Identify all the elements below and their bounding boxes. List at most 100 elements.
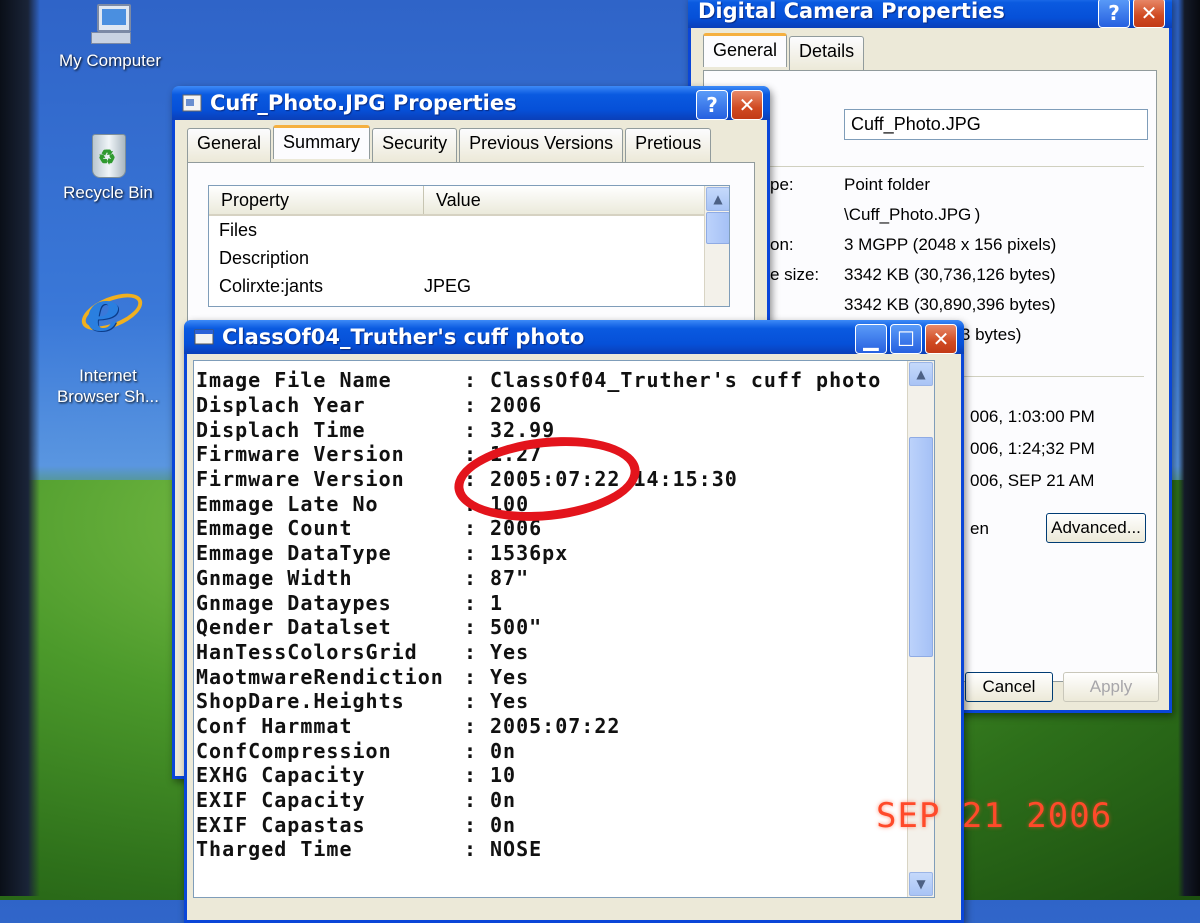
metadata-row: Gnmage Dataypes:1 (194, 590, 934, 615)
metadata-row: ShopDare.Heights: Yes (194, 689, 934, 714)
metadata-value: 0n (490, 788, 517, 813)
internet-explorer-icon: e (76, 283, 148, 339)
list-scrollbar[interactable]: ▲ (704, 186, 729, 306)
metadata-value: 1536px (490, 541, 569, 566)
metadata-value: 500" (490, 615, 543, 640)
filename-field[interactable]: Cuff_Photo.JPG (844, 109, 1148, 140)
metadata-key: EXHG Capacity (196, 763, 366, 788)
list-header: Property Value (209, 186, 729, 216)
separator: : (464, 516, 478, 541)
advanced-button[interactable]: Advanced... (1046, 513, 1146, 543)
separator: : (464, 713, 478, 738)
tab-previous-versions[interactable]: Previous Versions (459, 128, 624, 162)
metadata-row: Emmage DataType:1536px (194, 541, 934, 566)
column-header-value[interactable]: Value (424, 186, 688, 214)
window-titlebar[interactable]: ClassOf04_Truther's cuff photo (184, 320, 964, 354)
window-app-icon (194, 329, 214, 345)
close-button[interactable]: ✕ (1133, 0, 1165, 28)
metadata-row: MaotmwareRendiction: Yes (194, 664, 934, 689)
tab-general[interactable]: General (187, 128, 272, 162)
window-titlebar[interactable]: Cuff_Photo.JPG Properties (172, 86, 770, 120)
scroll-up-icon[interactable]: ▲ (706, 187, 729, 211)
cancel-button[interactable]: Cancel (965, 672, 1053, 702)
metadata-value: 1 (490, 590, 504, 615)
prop-value: 3342 KB (30,890,396 bytes) (844, 295, 1056, 314)
metadata-key: Firmware Version (196, 442, 405, 467)
list-item[interactable]: Colirxte:jants JPEG (209, 272, 729, 300)
separator: : (464, 812, 478, 837)
metadata-value: 2005:07:22 (490, 713, 621, 738)
metadata-row: EXHG Capacity:10 (194, 763, 934, 788)
separator: : (464, 393, 478, 418)
desktop-icon-my-computer[interactable]: My Computer (50, 2, 170, 71)
metadata-key: Qender Datalset (196, 615, 392, 640)
tab-summary[interactable]: Summary (273, 125, 371, 159)
metadata-row: Tharged Time: NOSE (194, 837, 934, 862)
metadata-key: Image File Name (196, 368, 392, 393)
scroll-thumb[interactable] (706, 212, 729, 244)
help-button[interactable]: ? (1098, 0, 1130, 28)
apply-button[interactable]: Apply (1063, 672, 1159, 702)
tab-security[interactable]: Security (372, 128, 458, 162)
metadata-value: Yes (490, 639, 530, 664)
metadata-row: Emmage Count:2006 (194, 516, 934, 541)
date-stamp: SEP 21 2006 (876, 796, 1113, 836)
prop-label: pe: (770, 175, 794, 194)
scroll-thumb[interactable] (909, 437, 933, 657)
metadata-key: Emmage Count (196, 516, 353, 541)
metadata-value: 0n (490, 738, 517, 763)
metadata-key: Emmage Late No (196, 491, 379, 516)
file-properties-icon (182, 94, 202, 112)
maximize-button[interactable]: ☐ (890, 324, 922, 354)
metadata-value: 10 (490, 763, 517, 788)
computer-icon (87, 2, 133, 46)
metadata-window: ClassOf04_Truther's cuff photo ▁ ☐ ✕ Ima… (184, 320, 964, 923)
metadata-row: ConfCompression:0n (194, 738, 934, 763)
separator: : (464, 664, 478, 689)
metadata-key: Conf Harmmat (196, 713, 353, 738)
monitor-bezel-right (1178, 0, 1200, 896)
list-item[interactable]: Description (209, 244, 729, 272)
prop-value: 006, SEP 21 AM (970, 471, 1095, 490)
desktop-icon-label: Recycle Bin (63, 183, 153, 202)
divider (704, 166, 1144, 167)
prop-label: e size: (770, 265, 820, 284)
metadata-key: HanTessColorsGrid (196, 639, 418, 664)
metadata-key: ConfCompression (196, 738, 392, 763)
metadata-value: Yes (490, 664, 530, 689)
list-item[interactable]: Files (209, 216, 729, 244)
property-name: Files (219, 219, 258, 240)
monitor-bezel-left (0, 0, 40, 896)
desktop-icon-internet-browser[interactable]: e Internet Browser Sh... (48, 262, 168, 428)
minimize-button[interactable]: ▁ (855, 324, 887, 354)
metadata-row: Gnmage Width:87" (194, 566, 934, 591)
separator: : (464, 689, 478, 714)
prop-value: Point folder (844, 175, 930, 194)
recycle-bin-icon: ♻ (88, 128, 128, 178)
column-header-property[interactable]: Property (209, 186, 424, 214)
help-button[interactable]: ? (696, 90, 728, 120)
metadata-key: Firmware Version (196, 467, 405, 492)
prop-value: \Cuff_Photo.JPG ) (844, 205, 981, 224)
desktop-icon-label: Internet Browser Sh... (56, 365, 160, 406)
tab-pretious[interactable]: Pretious (625, 128, 712, 162)
separator: : (464, 763, 478, 788)
metadata-value: NOSE (490, 837, 543, 862)
close-button[interactable]: ✕ (925, 324, 957, 354)
property-name: Description (219, 247, 310, 268)
desktop-icon-recycle-bin[interactable]: ♻ Recycle Bin (48, 128, 168, 203)
metadata-key: Gnmage Dataypes (196, 590, 392, 615)
metadata-key: Emmage DataType (196, 541, 392, 566)
separator: : (464, 368, 478, 393)
desktop-icon-label: My Computer (58, 51, 162, 70)
close-button[interactable]: ✕ (731, 90, 763, 120)
separator: : (464, 615, 478, 640)
metadata-key: Displach Year (196, 393, 366, 418)
metadata-key: ShopDare.Heights (196, 689, 405, 714)
scroll-down-icon[interactable]: ▼ (909, 872, 933, 896)
metadata-row: EXIF Capastas:0n (194, 812, 934, 837)
scroll-up-icon[interactable]: ▲ (909, 362, 933, 386)
metadata-value: 2006 (490, 393, 543, 418)
tab-details[interactable]: Details (789, 36, 865, 70)
tab-general[interactable]: General (703, 33, 788, 67)
